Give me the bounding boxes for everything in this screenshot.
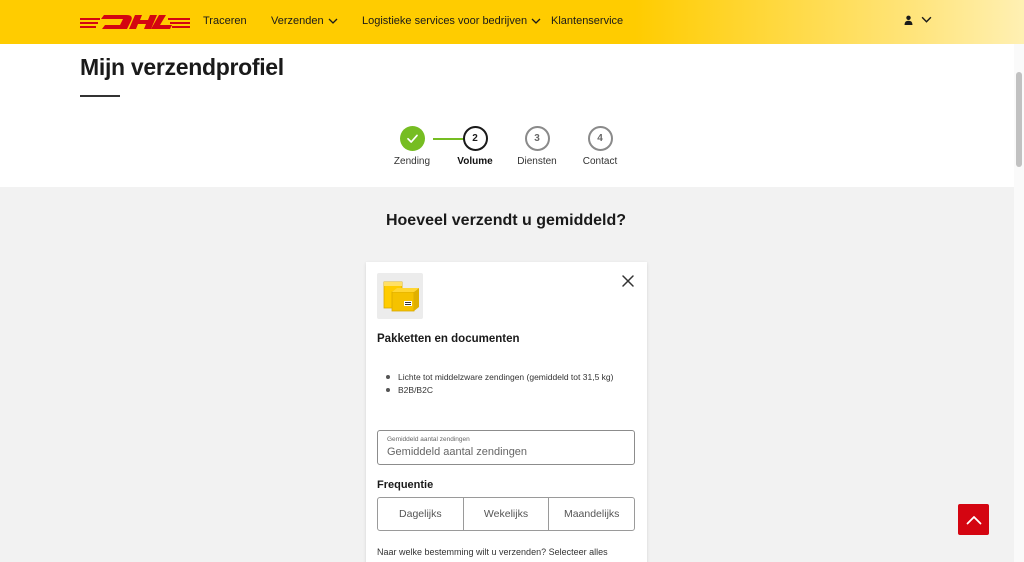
dhl-logo[interactable] [80,12,190,32]
nav-logistieke-services[interactable]: Logistieke services voor bedrijven [362,15,541,27]
card-title: Pakketten en documenten [377,333,520,345]
nav-verzenden[interactable]: Verzenden [271,15,338,27]
frequency-label: Frequentie [377,479,434,491]
volume-question: Hoeveel verzendt u gemiddeld? [385,212,627,229]
frequency-option-weekly[interactable]: Wekelijks [464,498,550,530]
close-icon[interactable] [621,274,635,288]
frequency-selector: Dagelijks Wekelijks Maandelijks [377,497,635,531]
step-contact[interactable]: 4 Contact [570,126,630,167]
chevron-up-icon [966,515,981,524]
frequency-option-monthly[interactable]: Maandelijks [549,498,634,530]
scrollbar-thumb[interactable] [1016,72,1022,167]
average-shipments-input[interactable] [387,446,627,458]
step-volume[interactable]: 2 Volume [445,126,505,167]
step-number: 4 [587,126,613,151]
nav-traceren[interactable]: Traceren [203,15,247,27]
frequency-option-daily[interactable]: Dagelijks [378,498,464,530]
nav-traceren-label: Traceren [203,15,247,27]
user-icon [904,15,913,25]
nav-logistieke-services-label: Logistieke services voor bedrijven [362,15,528,27]
profile-section: Mijn verzendprofiel Zending 2 Volume 3 D… [0,44,1014,187]
shipment-type-card: Pakketten en documenten Lichte tot midde… [366,262,647,562]
nav-klantenservice[interactable]: Klantenservice [551,15,623,27]
nav-verzenden-label: Verzenden [271,15,324,27]
chevron-down-icon [531,18,541,24]
page-scrollbar[interactable] [1014,44,1024,562]
scroll-to-top-button[interactable] [958,504,989,535]
step-label: Diensten [517,156,557,167]
step-label: Contact [582,156,618,167]
progress-stepper: Zending 2 Volume 3 Diensten 4 Contact [390,126,630,176]
title-underline [80,95,120,97]
step-number: 3 [524,126,550,151]
nav-klantenservice-label: Klantenservice [551,15,624,27]
chevron-down-icon [328,18,338,24]
user-menu[interactable] [904,14,932,25]
step-zending[interactable]: Zending [382,126,442,167]
page-title: Mijn verzendprofiel [80,54,284,80]
package-illustration [377,273,423,319]
step-label: Volume [457,156,493,167]
destination-question: Naar welke bestemming wilt u verzenden? … [377,547,608,557]
list-item: Lichte tot middelzware zendingen (gemidd… [386,371,613,384]
step-number: 2 [462,126,488,151]
site-header: Traceren Verzenden Logistieke services v… [0,0,1024,44]
step-diensten[interactable]: 3 Diensten [507,126,567,167]
average-shipments-field[interactable]: Gemiddeld aantal zendingen [377,430,635,465]
feature-list: Lichte tot middelzware zendingen (gemidd… [386,371,613,397]
checkmark-icon [399,126,425,151]
list-item: B2B/B2C [386,384,613,397]
chevron-down-icon [921,16,932,23]
step-label: Zending [393,156,431,167]
input-label: Gemiddeld aantal zendingen [387,436,470,443]
